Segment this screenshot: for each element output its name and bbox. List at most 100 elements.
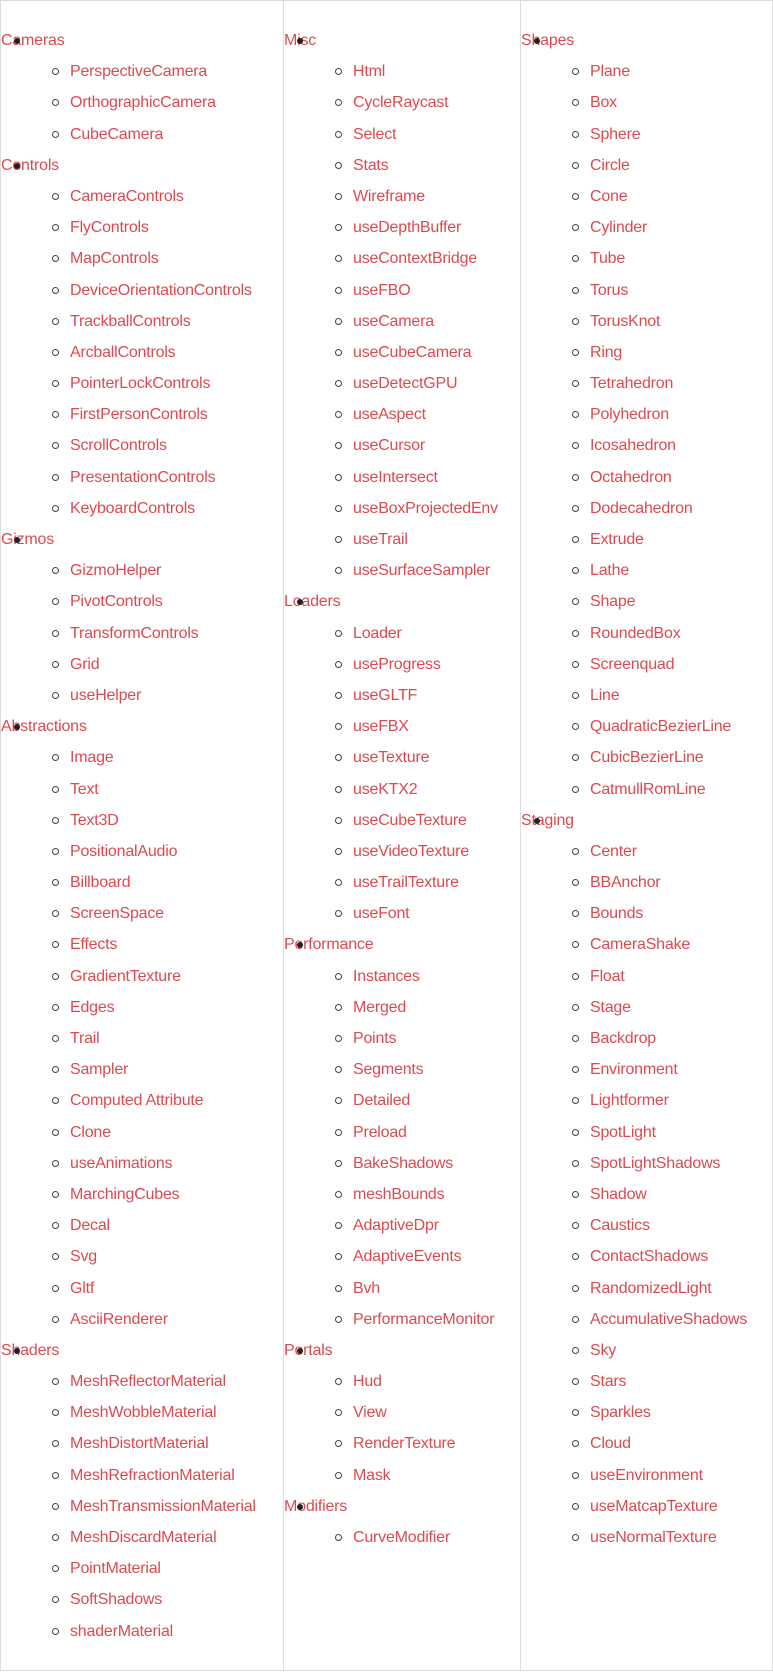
link-usegltf[interactable]: useGLTF <box>353 687 417 704</box>
group-link-controls[interactable]: Controls <box>1 157 59 174</box>
link-curvemodifier[interactable]: CurveModifier <box>353 1529 450 1546</box>
link-center[interactable]: Center <box>590 843 637 860</box>
link-image[interactable]: Image <box>70 749 114 766</box>
link-roundedbox[interactable]: RoundedBox <box>590 625 681 642</box>
link-mapcontrols[interactable]: MapControls <box>70 250 159 267</box>
link-cylinder[interactable]: Cylinder <box>590 219 647 236</box>
link-camerashake[interactable]: CameraShake <box>590 936 690 953</box>
link-tetrahedron[interactable]: Tetrahedron <box>590 375 673 392</box>
link-deviceorientationcontrols[interactable]: DeviceOrientationControls <box>70 282 252 299</box>
link-meshtransmissionmaterial[interactable]: MeshTransmissionMaterial <box>70 1498 256 1515</box>
link-usefont[interactable]: useFont <box>353 905 410 922</box>
link-presentationcontrols[interactable]: PresentationControls <box>70 469 216 486</box>
link-softshadows[interactable]: SoftShadows <box>70 1591 162 1608</box>
link-sparkles[interactable]: Sparkles <box>590 1404 651 1421</box>
link-meshdiscardmaterial[interactable]: MeshDiscardMaterial <box>70 1529 217 1546</box>
link-usecontextbridge[interactable]: useContextBridge <box>353 250 477 267</box>
group-link-shapes[interactable]: Shapes <box>521 32 574 49</box>
link-backdrop[interactable]: Backdrop <box>590 1030 656 1047</box>
link-meshdistortmaterial[interactable]: MeshDistortMaterial <box>70 1435 209 1452</box>
link-dodecahedron[interactable]: Dodecahedron <box>590 500 693 517</box>
link-usecubetexture[interactable]: useCubeTexture <box>353 812 467 829</box>
link-asciirenderer[interactable]: AsciiRenderer <box>70 1311 168 1328</box>
link-arcballcontrols[interactable]: ArcballControls <box>70 344 176 361</box>
link-effects[interactable]: Effects <box>70 936 117 953</box>
link-caustics[interactable]: Caustics <box>590 1217 650 1234</box>
link-pointmaterial[interactable]: PointMaterial <box>70 1560 161 1577</box>
link-svg[interactable]: Svg <box>70 1248 97 1265</box>
link-extrude[interactable]: Extrude <box>590 531 644 548</box>
link-decal[interactable]: Decal <box>70 1217 110 1234</box>
link-sky[interactable]: Sky <box>590 1342 616 1359</box>
link-octahedron[interactable]: Octahedron <box>590 469 672 486</box>
link-polyhedron[interactable]: Polyhedron <box>590 406 669 423</box>
link-torusknot[interactable]: TorusKnot <box>590 313 660 330</box>
link-useprogress[interactable]: useProgress <box>353 656 441 673</box>
link-ring[interactable]: Ring <box>590 344 622 361</box>
link-spotlight[interactable]: SpotLight <box>590 1124 656 1141</box>
link-plane[interactable]: Plane <box>590 63 630 80</box>
link-perspectivecamera[interactable]: PerspectiveCamera <box>70 63 207 80</box>
link-quadraticbezierline[interactable]: QuadraticBezierLine <box>590 718 731 735</box>
link-sphere[interactable]: Sphere <box>590 126 641 143</box>
link-firstpersoncontrols[interactable]: FirstPersonControls <box>70 406 208 423</box>
link-billboard[interactable]: Billboard <box>70 874 131 891</box>
link-adaptiveevents[interactable]: AdaptiveEvents <box>353 1248 462 1265</box>
link-pointerlockcontrols[interactable]: PointerLockControls <box>70 375 210 392</box>
group-link-cameras[interactable]: Cameras <box>1 32 65 49</box>
link-wireframe[interactable]: Wireframe <box>353 188 425 205</box>
link-adaptivedpr[interactable]: AdaptiveDpr <box>353 1217 439 1234</box>
link-transformcontrols[interactable]: TransformControls <box>70 625 199 642</box>
link-stage[interactable]: Stage <box>590 999 631 1016</box>
link-mask[interactable]: Mask <box>353 1467 391 1484</box>
link-keyboardcontrols[interactable]: KeyboardControls <box>70 500 195 517</box>
link-screenquad[interactable]: Screenquad <box>590 656 674 673</box>
link-screenspace[interactable]: ScreenSpace <box>70 905 164 922</box>
group-link-staging[interactable]: Staging <box>521 812 574 829</box>
link-line[interactable]: Line <box>590 687 620 704</box>
link-meshwobblematerial[interactable]: MeshWobbleMaterial <box>70 1404 217 1421</box>
link-spotlightshadows[interactable]: SpotLightShadows <box>590 1155 720 1172</box>
link-instances[interactable]: Instances <box>353 968 420 985</box>
link-useaspect[interactable]: useAspect <box>353 406 426 423</box>
link-cubecamera[interactable]: CubeCamera <box>70 126 163 143</box>
link-hud[interactable]: Hud <box>353 1373 382 1390</box>
link-useboxprojectedenv[interactable]: useBoxProjectedEnv <box>353 500 498 517</box>
link-circle[interactable]: Circle <box>590 157 630 174</box>
link-cameracontrols[interactable]: CameraControls <box>70 188 184 205</box>
link-grid[interactable]: Grid <box>70 656 100 673</box>
link-useintersect[interactable]: useIntersect <box>353 469 438 486</box>
link-trail[interactable]: Trail <box>70 1030 100 1047</box>
link-cycleraycast[interactable]: CycleRaycast <box>353 94 449 111</box>
link-usehelper[interactable]: useHelper <box>70 687 141 704</box>
group-link-portals[interactable]: Portals <box>284 1342 333 1359</box>
link-randomizedlight[interactable]: RandomizedLight <box>590 1280 712 1297</box>
link-text3d[interactable]: Text3D <box>70 812 119 829</box>
link-usecursor[interactable]: useCursor <box>353 437 425 454</box>
link-tube[interactable]: Tube <box>590 250 625 267</box>
link-usesurfacesampler[interactable]: useSurfaceSampler <box>353 562 490 579</box>
link-flycontrols[interactable]: FlyControls <box>70 219 149 236</box>
link-detailed[interactable]: Detailed <box>353 1092 410 1109</box>
link-rendertexture[interactable]: RenderTexture <box>353 1435 456 1452</box>
link-bvh[interactable]: Bvh <box>353 1280 380 1297</box>
link-accumulativeshadows[interactable]: AccumulativeShadows <box>590 1311 747 1328</box>
link-contactshadows[interactable]: ContactShadows <box>590 1248 708 1265</box>
link-usefbx[interactable]: useFBX <box>353 718 409 735</box>
group-link-modifiers[interactable]: Modifiers <box>284 1498 347 1515</box>
link-usenormaltexture[interactable]: useNormalTexture <box>590 1529 717 1546</box>
link-pivotcontrols[interactable]: PivotControls <box>70 593 163 610</box>
link-shadermaterial[interactable]: shaderMaterial <box>70 1623 173 1640</box>
link-float[interactable]: Float <box>590 968 625 985</box>
link-sampler[interactable]: Sampler <box>70 1061 128 1078</box>
link-bbanchor[interactable]: BBAnchor <box>590 874 661 891</box>
link-lightformer[interactable]: Lightformer <box>590 1092 669 1109</box>
group-link-gizmos[interactable]: Gizmos <box>1 531 54 548</box>
link-marchingcubes[interactable]: MarchingCubes <box>70 1186 180 1203</box>
link-stars[interactable]: Stars <box>590 1373 627 1390</box>
link-usetrail[interactable]: useTrail <box>353 531 408 548</box>
link-performancemonitor[interactable]: PerformanceMonitor <box>353 1311 495 1328</box>
link-meshreflectormaterial[interactable]: MeshReflectorMaterial <box>70 1373 226 1390</box>
link-usektx2[interactable]: useKTX2 <box>353 781 418 798</box>
link-html[interactable]: Html <box>353 63 385 80</box>
